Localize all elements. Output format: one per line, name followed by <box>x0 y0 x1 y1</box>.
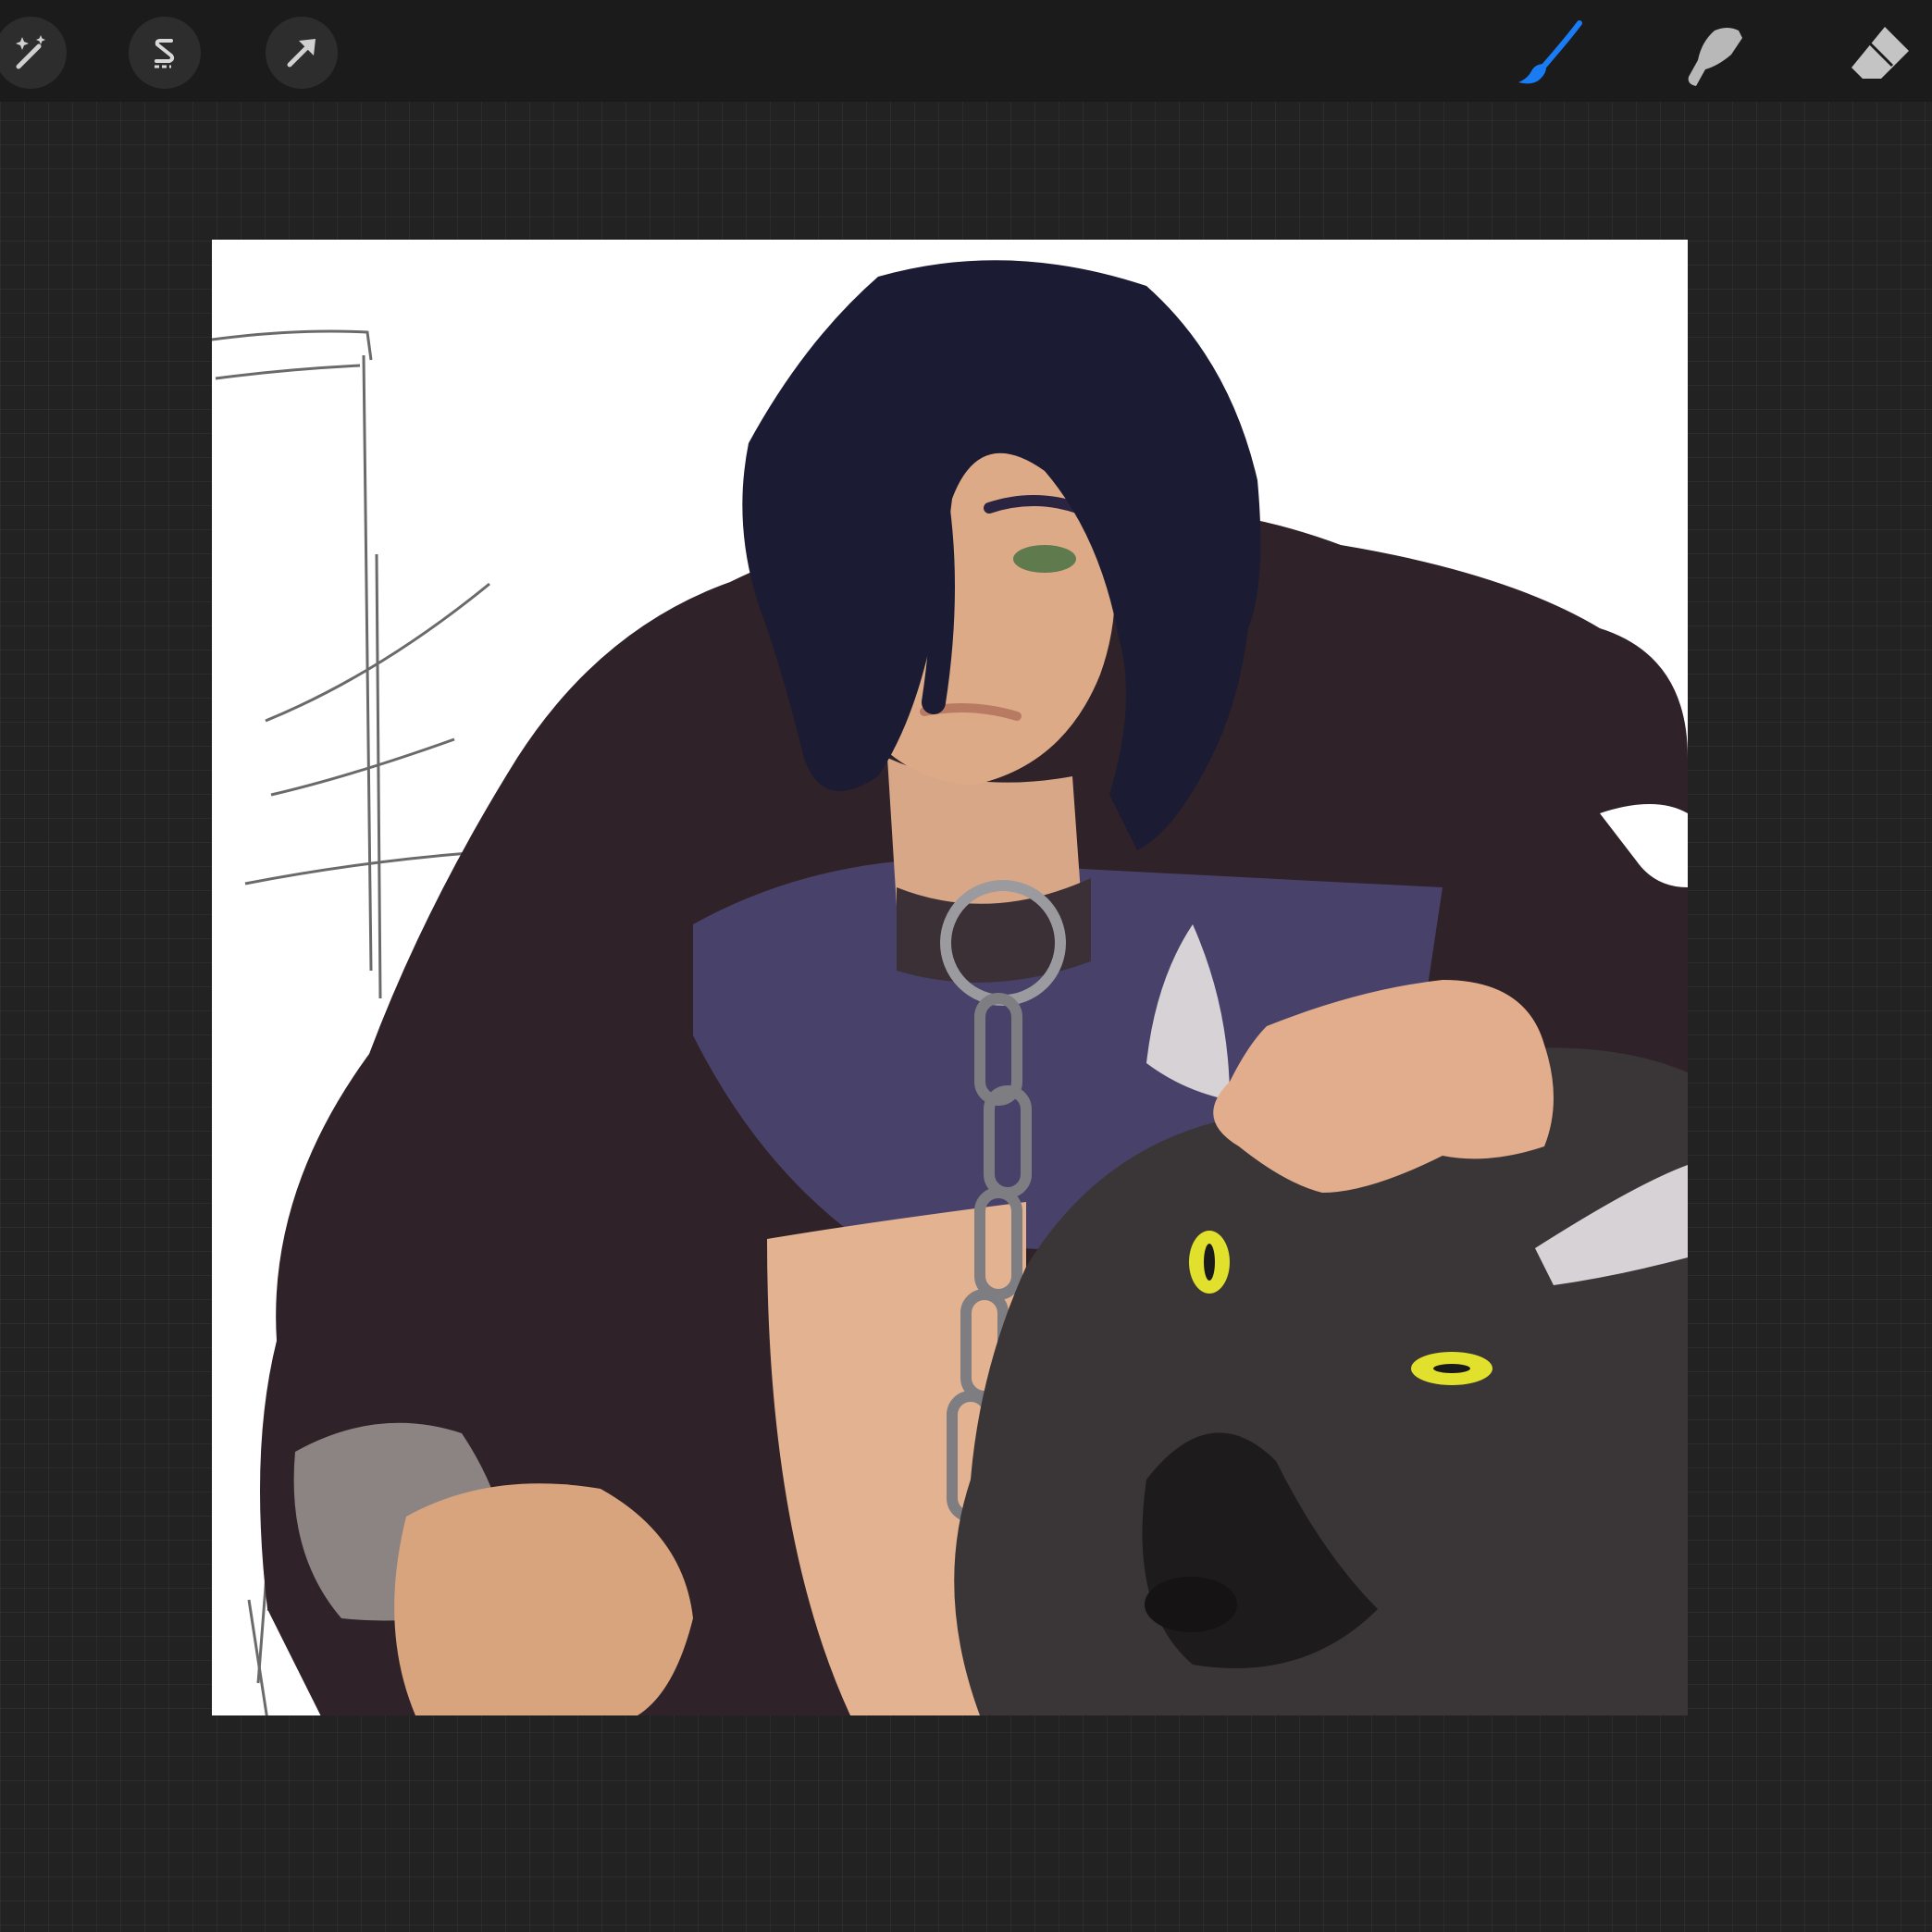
smudge-finger-icon <box>1688 28 1742 86</box>
magic-wand-icon <box>16 35 45 69</box>
adjustments-button[interactable] <box>0 17 67 89</box>
selection-s-icon <box>155 39 175 68</box>
brush-icon <box>1518 20 1582 84</box>
top-toolbar <box>0 0 1932 102</box>
transform-button[interactable] <box>266 17 338 89</box>
artwork-illustration <box>212 260 1688 1715</box>
selection-button[interactable] <box>129 17 201 89</box>
eraser-icon <box>1852 27 1909 79</box>
drawing-canvas[interactable] <box>212 240 1688 1715</box>
smudge-button[interactable] <box>1673 13 1756 96</box>
arrow-cursor-icon <box>287 39 316 68</box>
brush-button[interactable] <box>1508 13 1591 96</box>
eraser-button[interactable] <box>1838 13 1921 96</box>
